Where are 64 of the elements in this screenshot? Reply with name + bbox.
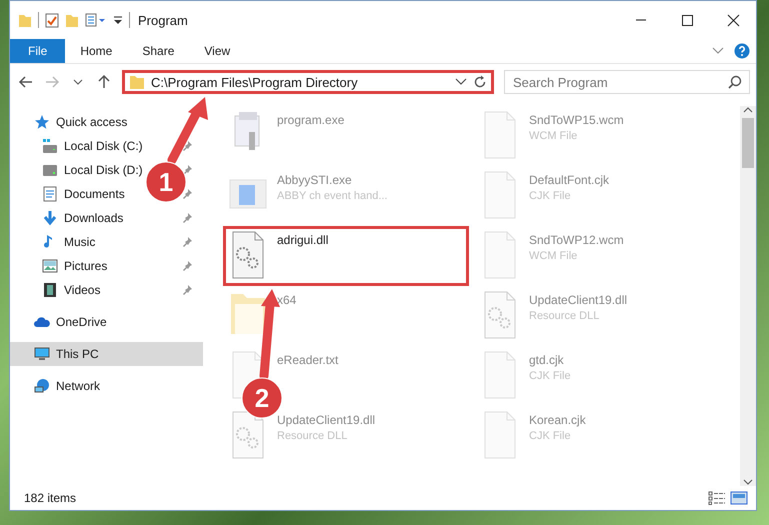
ribbon-tab[interactable]: Home: [65, 39, 128, 63]
help-icon[interactable]: [734, 43, 750, 59]
file-type: CJK File: [529, 370, 571, 382]
drive-icon: [42, 162, 58, 178]
step-badge: [146, 162, 186, 202]
nav-item[interactable]: This PC: [10, 342, 203, 366]
step-number: 2: [254, 383, 270, 413]
nav-item[interactable]: Local Disk (C:): [10, 134, 203, 158]
back-arrow-icon: [18, 74, 34, 90]
file-type: WCM File: [529, 250, 578, 262]
file-type: WCM File: [529, 130, 578, 142]
network-icon: [34, 378, 50, 394]
back-button[interactable]: [18, 74, 34, 90]
ribbon-tab[interactable]: Share: [127, 39, 190, 63]
item-count: 182 items: [24, 491, 76, 505]
file-type: Resource DLL: [529, 310, 600, 322]
properties-icon[interactable]: [85, 12, 107, 28]
close-icon: [726, 14, 740, 26]
up-arrow-icon: [96, 74, 112, 90]
picture-icon: [42, 258, 58, 274]
chevron-down-icon[interactable]: [455, 78, 467, 86]
checklist-icon[interactable]: [45, 12, 59, 28]
nav-item[interactable]: Downloads: [10, 206, 203, 230]
file-type: ABBY ch event hand...: [277, 190, 388, 202]
step-number: 1: [158, 167, 174, 197]
down-arrow-icon: [42, 210, 58, 226]
maximize-icon: [680, 14, 694, 26]
picture-icon: [730, 491, 748, 505]
tiles-view-button[interactable]: [728, 491, 750, 505]
annotation-arrow: [168, 97, 208, 164]
nav-item[interactable]: Music: [10, 230, 203, 254]
nav-item[interactable]: Quick access: [10, 110, 203, 134]
details-view-button[interactable]: [706, 491, 728, 505]
refresh-icon[interactable]: [473, 75, 487, 89]
file-item[interactable]: adrigui.dll: [223, 226, 469, 286]
ribbon-tab[interactable]: View: [189, 39, 246, 63]
window-title: Program: [138, 12, 188, 28]
scroll-up-icon: [743, 106, 753, 114]
star-icon: [34, 114, 50, 130]
nav-item[interactable]: Pictures: [10, 254, 203, 278]
file-type: CJK File: [529, 190, 572, 202]
folder-icon: [129, 74, 145, 90]
address-bar[interactable]: C:\Program Files\Program Directory: [122, 70, 494, 94]
nav-item[interactable]: Videos: [10, 278, 203, 302]
forward-arrow-icon: [44, 74, 60, 90]
file-type: Resource DLL: [277, 430, 348, 442]
ribbon-tab[interactable]: File: [10, 39, 66, 63]
address-path: C:\Program Files\Program Directory: [151, 74, 359, 90]
file-type: CJK File: [529, 430, 572, 442]
nav-item[interactable]: Network: [10, 374, 203, 398]
scroll-thumb[interactable]: [742, 118, 754, 168]
drive-icon: [42, 138, 58, 154]
nav-item[interactable]: OneDrive: [10, 310, 203, 334]
film-icon: [42, 282, 58, 298]
document-icon: [42, 186, 58, 202]
list-icon: [708, 491, 726, 505]
search-field[interactable]: Search Program: [504, 70, 750, 94]
file-name[interactable]: adrigui.dll: [277, 233, 328, 247]
search-icon[interactable]: [728, 75, 742, 89]
up-button[interactable]: [96, 74, 112, 90]
monitor-icon: [34, 346, 50, 362]
scrollbar[interactable]: [740, 106, 756, 486]
folder-icon: [18, 12, 32, 28]
scroll-down-icon: [743, 478, 753, 486]
